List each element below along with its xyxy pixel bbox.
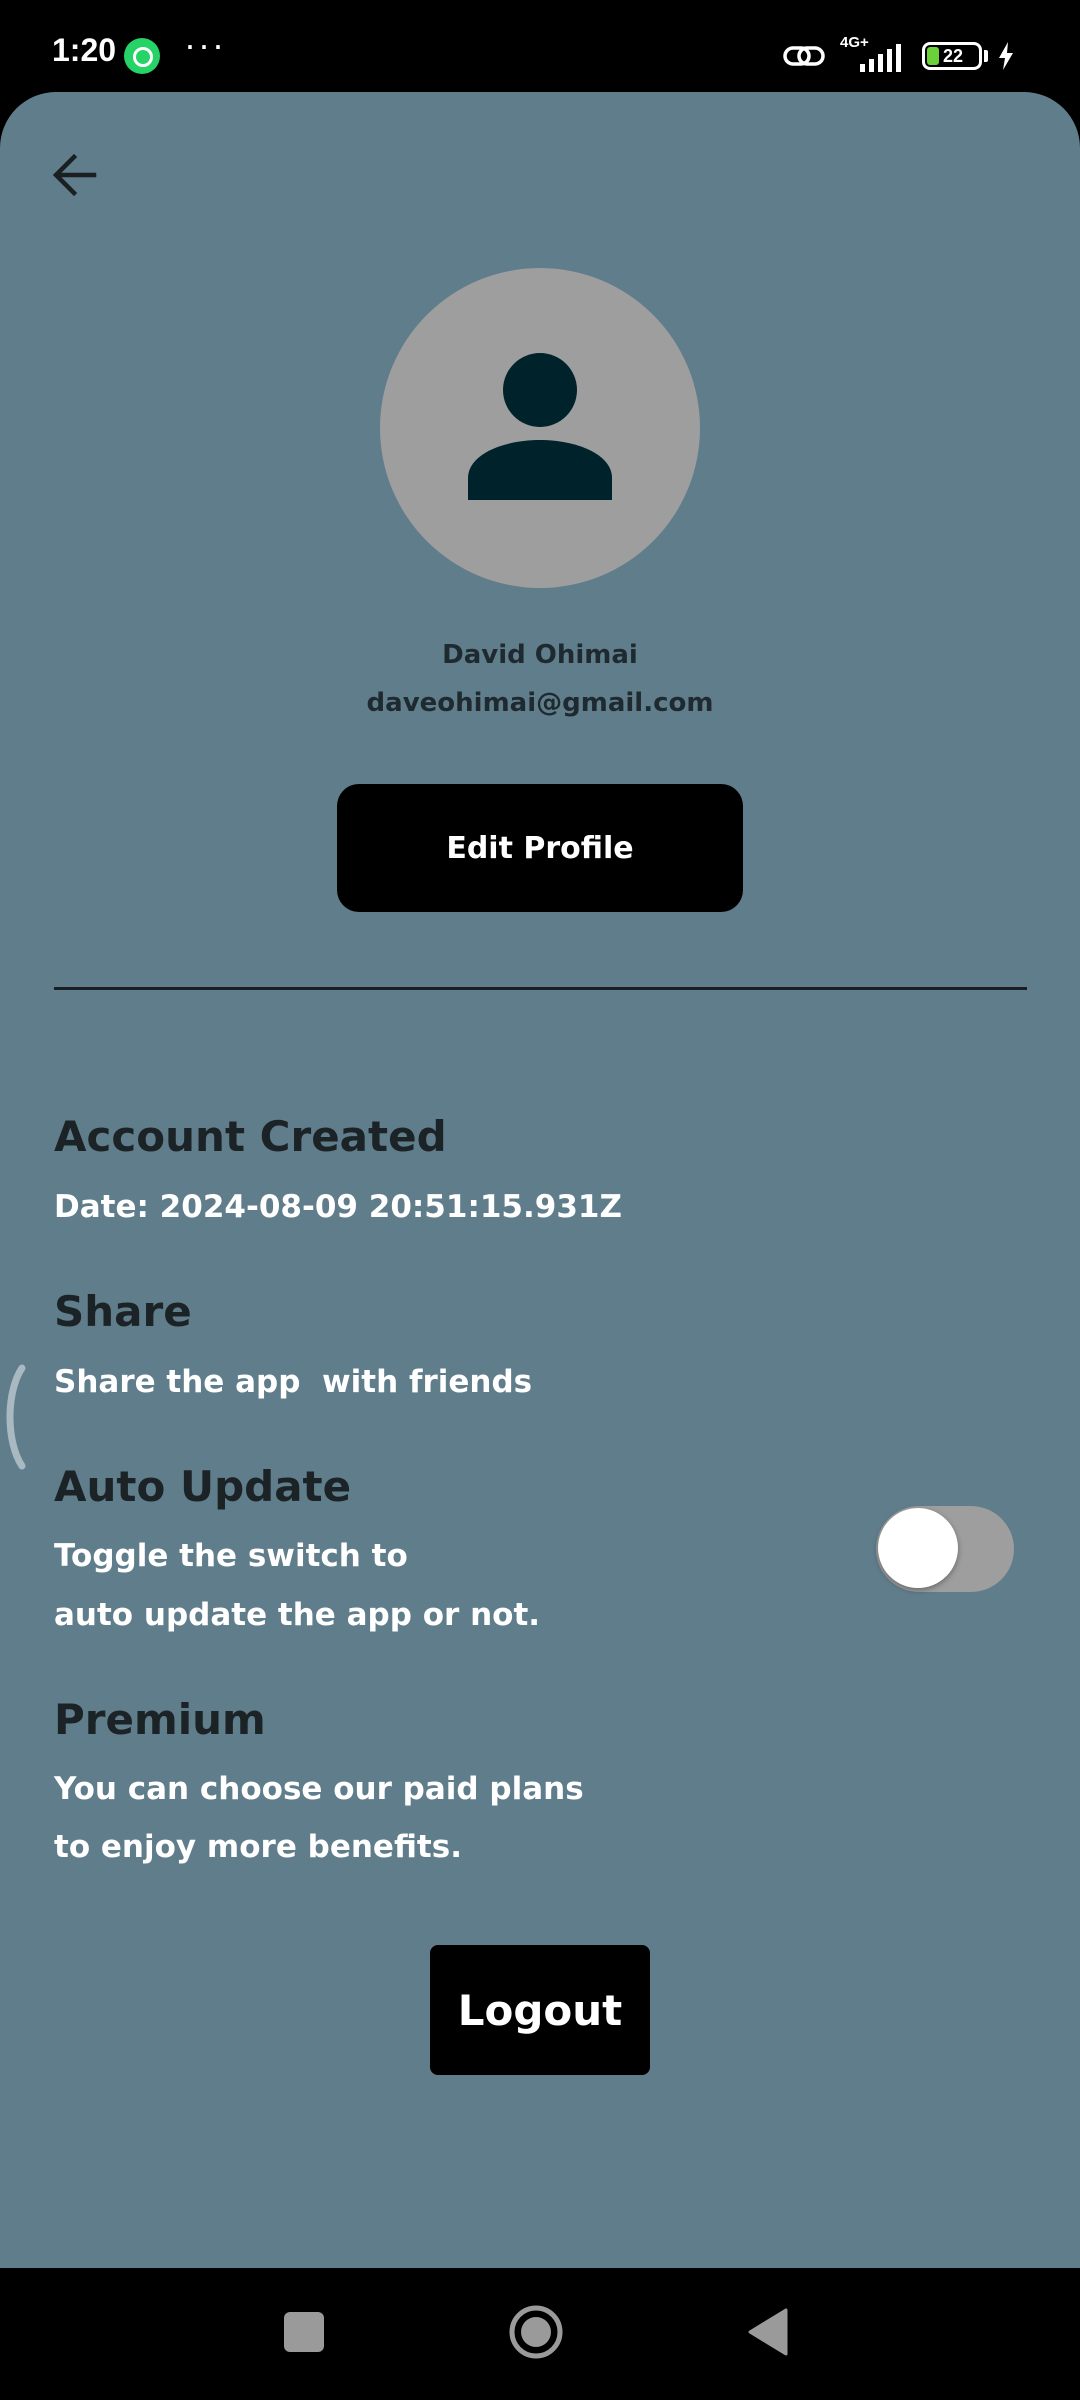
home-icon[interactable]	[508, 2304, 564, 2360]
share-title[interactable]: Share	[54, 1287, 192, 1336]
system-navigation-bar	[0, 2268, 1080, 2400]
back-icon[interactable]	[746, 2306, 790, 2358]
divider	[54, 987, 1027, 990]
auto-update-toggle[interactable]	[876, 1506, 1014, 1592]
premium-description-line2: to enjoy more benefits.	[54, 1829, 462, 1865]
share-description[interactable]: Share the app with friends	[54, 1353, 532, 1411]
edit-profile-button[interactable]: Edit Profile	[337, 784, 743, 912]
charging-bolt-icon	[999, 42, 1013, 70]
battery-icon: 22	[922, 42, 982, 70]
status-bar: 1:20 ··· 4G+ 22	[0, 0, 1080, 92]
status-overflow-dots: ···	[184, 24, 226, 65]
auto-update-description-line2: auto update the app or not.	[54, 1597, 541, 1633]
profile-email: daveohimai@gmail.com	[366, 688, 714, 718]
auto-update-title: Auto Update	[54, 1462, 352, 1511]
recents-icon[interactable]	[284, 2312, 324, 2352]
person-icon	[468, 353, 612, 500]
whatsapp-icon	[124, 38, 160, 74]
profile-screen: David Ohimai daveohimai@gmail.com Edit P…	[0, 92, 1080, 2268]
logout-button[interactable]: Logout	[430, 1945, 650, 2075]
arrow-left-icon[interactable]	[44, 142, 110, 208]
edge-gesture-handle[interactable]	[0, 1362, 30, 1472]
signal-strength-icon	[860, 44, 901, 72]
account-created-title: Account Created	[54, 1112, 447, 1161]
account-created-date: Date: 2024-08-09 20:51:15.931Z	[54, 1189, 622, 1225]
status-time: 1:20	[52, 32, 117, 68]
premium-title[interactable]: Premium	[54, 1695, 266, 1744]
premium-description-line1: You can choose our paid plans	[54, 1771, 584, 1807]
auto-update-description-line1: Toggle the switch to	[54, 1538, 408, 1574]
toggle-thumb	[878, 1508, 958, 1588]
battery-level: 22	[942, 46, 964, 66]
profile-name: David Ohimai	[442, 640, 638, 670]
avatar	[380, 268, 700, 588]
hotspot-link-icon	[783, 46, 825, 66]
